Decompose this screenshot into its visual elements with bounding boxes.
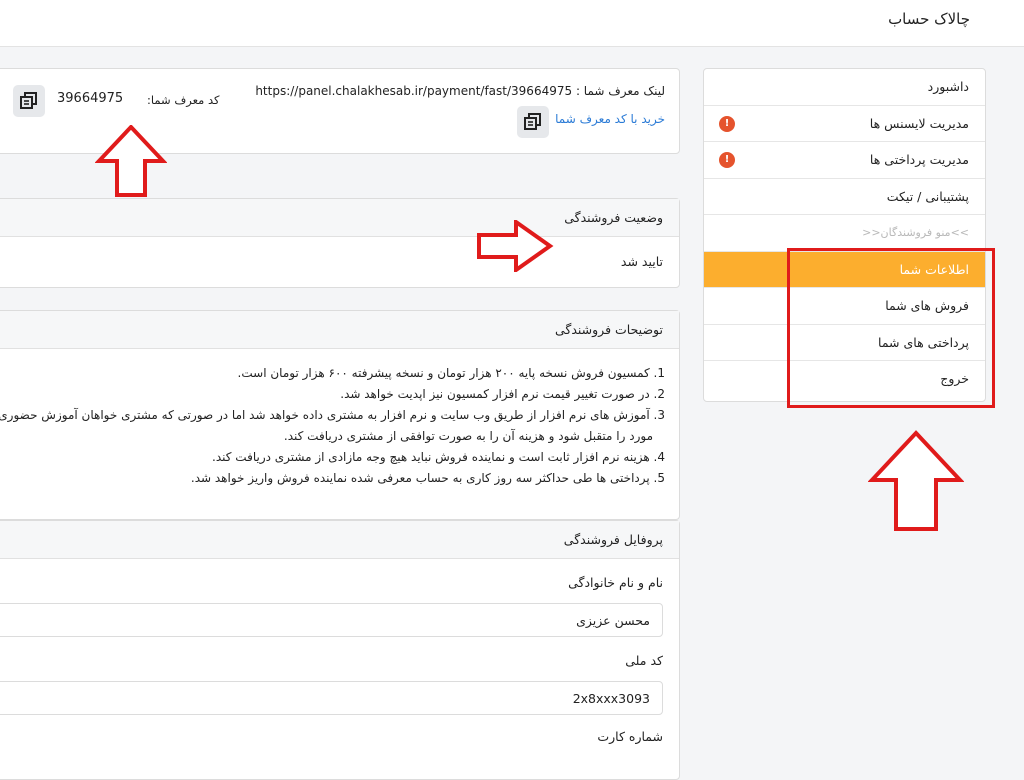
sidebar-item-label: مدیریت لایسنس ها [869, 115, 969, 131]
sidebar-item-licenses[interactable]: مدیریت لایسنس ها! [704, 106, 985, 142]
next-field-label: شماره کارت [597, 729, 663, 744]
copy-code-button[interactable] [13, 85, 45, 117]
referral-link[interactable]: لینک معرف شما : https://panel.chalakhesa… [255, 84, 665, 98]
list-item: 1. کمسیون فروش نسخه پایه ۲۰۰ هزار تومان … [237, 366, 665, 380]
list-item: 5. پرداختی ها طی حداکثر سه روز کاری به ح… [190, 471, 665, 485]
national-id-label: کد ملی [625, 653, 663, 668]
sidebar-item-dashboard[interactable]: داشبورد [704, 69, 985, 106]
right-arrow-annotation [477, 220, 554, 272]
name-field[interactable]: محسن عزیزی [0, 603, 663, 637]
sidebar-item-label: داشبورد [927, 79, 969, 94]
alert-badge: ! [719, 152, 735, 168]
sidebar-item-label: مدیریت پرداختی ها [869, 152, 969, 167]
list-item: 2. در صورت تغییر قیمت نرم افزار کمسیون ن… [340, 387, 665, 401]
card-title: پروفایل فروشندگی [0, 521, 679, 559]
alert-badge: ! [719, 115, 735, 132]
copy-icon [524, 113, 541, 130]
up-arrow-annotation [95, 125, 167, 197]
sidebar-item-logout[interactable]: خروج [704, 361, 985, 398]
seller-status-card: وضعیت فروشندگی تایید شد [0, 198, 680, 288]
name-label: نام و نام خانوادگی [568, 575, 663, 590]
sidebar-item-label: فروش های شما [885, 298, 969, 313]
sidebar-item-label: خروج [940, 371, 969, 386]
sidebar-item-label: >>منو فروشندگان<< [862, 226, 969, 239]
sidebar-item-payments[interactable]: مدیریت پرداختی ها! [704, 142, 985, 179]
referral-code-value: 39664975 [57, 91, 124, 106]
list-item: 3. آموزش های نرم افزار از طریق وب سایت و… [0, 408, 665, 422]
card-title: وضعیت فروشندگی [0, 199, 679, 237]
sidebar-item-support[interactable]: پشتیبانی / تیکت [704, 179, 985, 215]
sidebar-item-your-sales[interactable]: فروش های شما [704, 288, 985, 325]
description-list: 1. کمسیون فروش نسخه پایه ۲۰۰ هزار تومان … [0, 363, 665, 489]
buy-with-referral-link[interactable]: خرید با کد معرف شما [555, 112, 665, 126]
seller-description-card: توضیحات فروشندگی 1. کمسیون فروش نسخه پای… [0, 310, 680, 520]
sidebar-item-label: پرداختی های شما [878, 334, 969, 350]
card-title: توضیحات فروشندگی [0, 311, 679, 349]
list-item: 4. هزینه نرم افزار ثابت است و نماینده فر… [212, 450, 665, 464]
national-id-field[interactable]: 2x8xxx3093 [0, 681, 663, 715]
seller-profile-card: پروفایل فروشندگی نام و نام خانوادگی محسن… [0, 520, 680, 780]
sidebar-section-sellers: >>منو فروشندگان<< [704, 215, 985, 252]
referral-code-label: کد معرف شما: [147, 93, 220, 107]
top-bar: چالاک حساب [0, 0, 1024, 47]
sidebar-item-label: پشتیبانی / تیکت [886, 188, 969, 204]
status-value: تایید شد [620, 254, 663, 269]
copy-icon [20, 92, 37, 109]
sidebar-item-label: اطلاعات شما [899, 261, 969, 277]
sidebar-menu: داشبورد مدیریت لایسنس ها! مدیریت پرداختی… [703, 68, 986, 402]
sidebar-item-your-info[interactable]: اطلاعات شما [704, 251, 985, 288]
list-item: مورد را متقبل شود و هزینه آن را به صورت … [283, 429, 653, 443]
sidebar-item-your-payments[interactable]: پرداختی های شما [704, 325, 985, 361]
app-brand[interactable]: چالاک حساب [888, 10, 970, 28]
copy-link-button[interactable] [517, 106, 549, 138]
up-arrow-annotation [868, 430, 964, 531]
